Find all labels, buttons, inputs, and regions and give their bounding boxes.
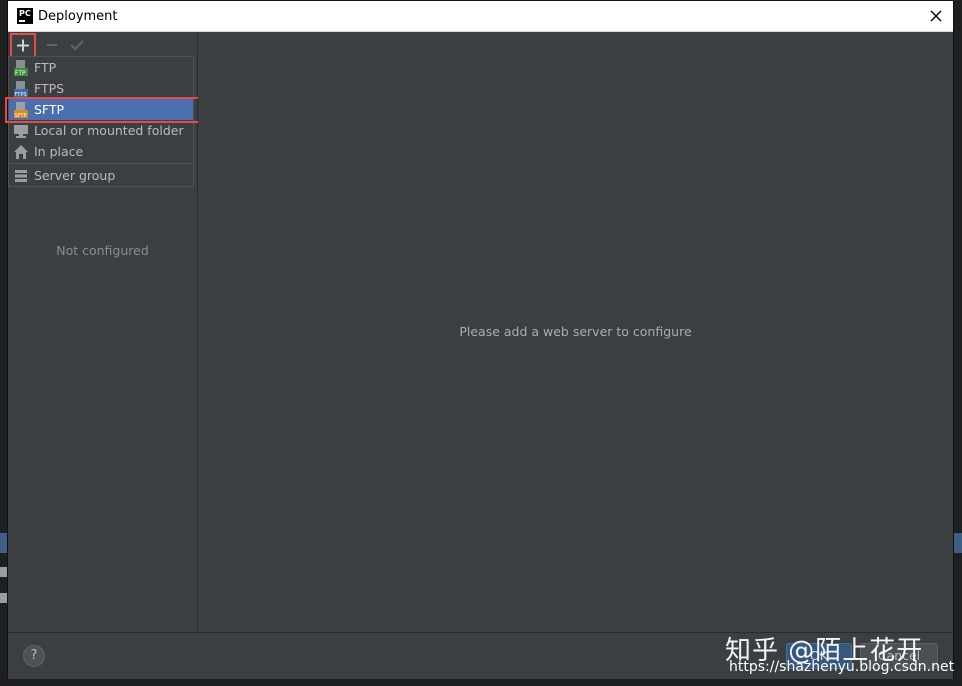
ftps-icon: FTPS [14,81,28,97]
remove-server-button[interactable] [41,35,63,55]
svg-text:FTP: FTP [15,70,26,76]
pycharm-app-icon: PC [17,8,33,24]
empty-config-message: Please add a web server to configure [459,324,692,339]
deployment-dialog: PC Deployment FTP FTP FTPS FTPS SFTP SFT… [5,0,954,679]
menu-separator [9,163,193,164]
menu-item-in-place[interactable]: In place [9,141,193,162]
not-configured-text: Not configured [56,243,149,258]
close-icon [930,10,942,22]
add-server-type-menu: FTP FTP FTPS FTPS SFTP SFTP Local or mou… [5,56,209,187]
watermark-url: https://shazhenyu.blog.csdn.net [729,659,955,675]
menu-item-ftps[interactable]: FTPS FTPS [9,78,193,99]
menu-item-ftp[interactable]: FTP FTP [9,57,193,78]
sftp-icon: SFTP [14,102,28,118]
title-bar: PC Deployment [8,1,953,32]
menu-item-label: Server group [34,168,116,183]
home-icon [14,145,28,159]
menu-item-label: Local or mounted folder [34,123,184,138]
svg-text:SFTP: SFTP [15,113,27,118]
folder-monitor-icon [14,125,28,138]
window-title: Deployment [38,9,118,24]
plus-icon [17,39,29,52]
server-group-icon [15,170,27,182]
menu-item-label: In place [34,144,84,159]
close-button[interactable] [919,1,953,31]
menu-item-server-group[interactable]: Server group [9,165,193,186]
help-button[interactable]: ? [23,645,45,667]
menu-item-local-folder[interactable]: Local or mounted folder [9,120,193,141]
server-list-panel: FTP FTP FTPS FTPS SFTP SFTP Local or mou… [5,32,209,632]
set-default-button[interactable] [66,35,88,55]
ftp-icon: FTP [14,60,28,76]
minus-icon [47,44,57,46]
svg-text:FTPS: FTPS [15,92,27,97]
menu-item-label: FTPS [34,81,65,96]
add-server-button[interactable] [10,33,36,58]
menu-item-label: FTP [34,60,57,75]
menu-item-sftp[interactable]: SFTP SFTP [5,97,209,123]
check-icon [70,40,84,51]
server-config-panel: Please add a web server to configure [198,32,953,632]
server-list-toolbar [8,32,197,58]
menu-item-label: SFTP [34,102,65,117]
